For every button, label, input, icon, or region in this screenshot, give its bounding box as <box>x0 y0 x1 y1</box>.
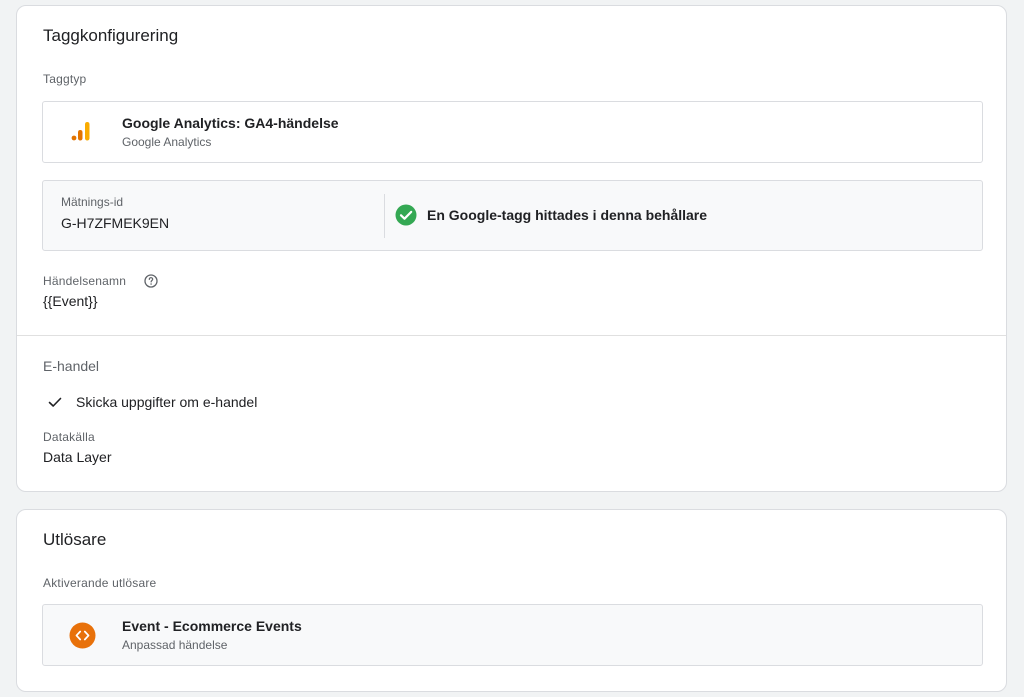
tag-type-label: Taggtyp <box>43 72 87 86</box>
data-source-label: Datakälla <box>43 430 95 444</box>
firing-triggers-label: Aktiverande utlösare <box>43 576 157 590</box>
data-source-value[interactable]: Data Layer <box>43 449 111 465</box>
tag-type-name: Google Analytics: GA4-händelse <box>122 115 339 131</box>
trigger-name: Event - Ecommerce Events <box>122 618 302 634</box>
section-divider <box>17 335 1006 336</box>
tag-type-selector[interactable]: Google Analytics: GA4-händelse Google An… <box>42 101 983 163</box>
ecommerce-section-title: E-handel <box>43 358 100 374</box>
trigger-type: Anpassad händelse <box>122 638 228 652</box>
checkmark-icon <box>48 397 62 407</box>
help-circle-icon[interactable] <box>144 274 158 288</box>
tag-configuration-card: Taggkonfigurering Taggtyp Google Analyti… <box>16 5 1007 492</box>
tag-type-sub: Google Analytics <box>122 135 212 149</box>
measurement-id-box: Mätnings-id G-H7ZFMEK9EN En Google-tagg … <box>42 180 983 251</box>
triggering-title: Utlösare <box>43 530 107 549</box>
trigger-item[interactable]: Event - Ecommerce Events Anpassad händel… <box>42 604 983 666</box>
measurement-divider <box>384 194 385 238</box>
google-tag-status: En Google-tagg hittades i denna behållar… <box>427 207 708 223</box>
triggering-card: Utlösare Aktiverande utlösare Event - Ec… <box>16 509 1007 692</box>
tag-configuration-title: Taggkonfigurering <box>43 26 179 45</box>
check-circle-icon <box>395 204 417 226</box>
event-name-label: Händelsenamn <box>43 274 127 288</box>
custom-event-code-icon <box>69 622 96 649</box>
send-ecommerce-checkbox[interactable]: Skicka uppgifter om e-handel <box>47 392 257 412</box>
measurement-id-value[interactable]: G-H7ZFMEK9EN <box>61 215 169 231</box>
measurement-id-label: Mätnings-id <box>61 195 124 209</box>
send-ecommerce-label: Skicka uppgifter om e-handel <box>76 394 258 410</box>
analytics-bars-icon <box>71 122 90 141</box>
event-name-value[interactable]: {{Event}} <box>43 293 98 309</box>
